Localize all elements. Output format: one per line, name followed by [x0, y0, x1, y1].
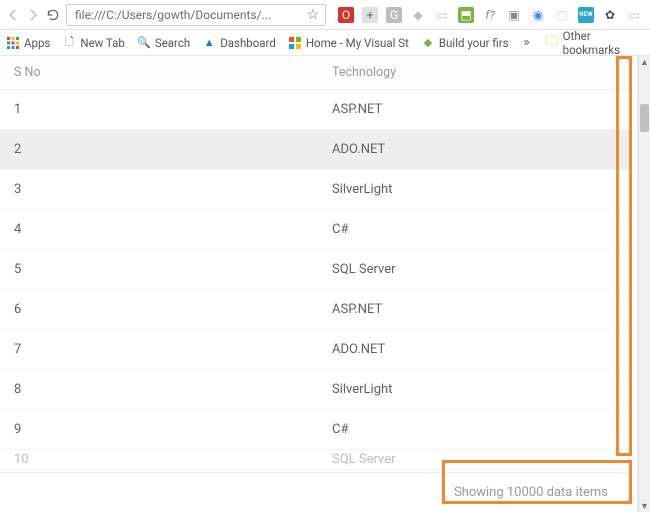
search-icon: 🔍: [137, 36, 151, 50]
cell-technology: C#: [320, 410, 630, 449]
build-app-icon: ◆: [421, 36, 435, 50]
table-row[interactable]: 6ASP.NET: [0, 290, 630, 330]
cell-technology: C#: [320, 210, 630, 249]
page-vertical-scrollbar[interactable]: ▲ ▼: [638, 56, 650, 512]
home-vs-icon: [288, 36, 302, 50]
apps-icon: [6, 36, 20, 50]
page-icon[interactable]: ▭: [434, 7, 450, 23]
forward-button[interactable]: [26, 7, 40, 23]
cell-technology: ASP.NET: [320, 290, 630, 329]
cell-sno: 5: [0, 250, 320, 289]
other-bookmarks-label: Other bookmarks: [563, 29, 644, 57]
url-text: file:///C:/Users/gowth/Documents/...: [75, 8, 285, 22]
bookmarks-bar: Apps 🗋 New Tab 🔍 Search ▲ Dashboard Home - My V…: [0, 30, 650, 56]
dashboard-icon: ▲: [202, 36, 216, 50]
bookmark-item-home-vs[interactable]: Home - My Visual St: [288, 36, 409, 50]
bookmark-label: Home - My Visual St: [306, 36, 409, 50]
cell-technology: ADO.NET: [320, 330, 630, 369]
column-header-technology[interactable]: Technology: [320, 56, 630, 89]
bookmark-label: Search: [155, 36, 190, 50]
table-row[interactable]: 4C#: [0, 210, 630, 250]
cell-technology: SQL Server: [320, 450, 630, 469]
plus-icon[interactable]: +: [362, 7, 378, 23]
data-grid: S No Technology 1ASP.NET2ADO.NET3SilverL…: [0, 56, 630, 512]
diamond-icon[interactable]: ◆: [410, 7, 426, 23]
cell-technology: ADO.NET: [320, 130, 630, 169]
grid-body: 1ASP.NET2ADO.NET3SilverLight4C#5SQL Serv…: [0, 90, 630, 472]
table-row[interactable]: 1ASP.NET: [0, 90, 630, 130]
cell-technology: SQL Server: [320, 250, 630, 289]
table-row[interactable]: 5SQL Server: [0, 250, 630, 290]
footer-status-text: Showing 10000 data items: [454, 485, 608, 500]
other-bookmarks-button[interactable]: 🗀 Other bookmarks: [546, 29, 644, 57]
grid-footer: Showing 10000 data items: [0, 472, 630, 512]
bookmark-item-search[interactable]: 🔍 Search: [137, 36, 190, 50]
cell-technology: SilverLight: [320, 370, 630, 409]
f-question-icon[interactable]: f?: [482, 7, 498, 23]
cell-sno: 10: [0, 450, 320, 469]
cell-sno: 8: [0, 370, 320, 409]
cell-sno: 9: [0, 410, 320, 449]
bookmark-item-apps[interactable]: Apps: [6, 36, 50, 50]
cell-sno: 1: [0, 90, 320, 129]
scroll-thumb[interactable]: [640, 104, 649, 132]
cell-sno: 7: [0, 330, 320, 369]
bookmark-star-icon[interactable]: ☆: [306, 7, 319, 23]
new-badge-icon[interactable]: NEW: [578, 7, 594, 23]
bookmark-item-build-app[interactable]: ◆ Build your first app v: [421, 36, 508, 50]
bookmark-label: Build your first app v: [439, 36, 508, 50]
g-square-icon[interactable]: G: [386, 7, 402, 23]
cell-sno: 4: [0, 210, 320, 249]
cell-technology: SilverLight: [320, 170, 630, 209]
column-header-sno[interactable]: S No: [0, 56, 320, 89]
gear-icon[interactable]: ✿: [602, 7, 618, 23]
cell-technology: ASP.NET: [320, 90, 630, 129]
table-row[interactable]: 7ADO.NET: [0, 330, 630, 370]
bookmark-label: New Tab: [80, 36, 125, 50]
card-icon[interactable]: ▭: [626, 7, 642, 23]
cell-sno: 3: [0, 170, 320, 209]
cell-sno: 2: [0, 130, 320, 169]
square-dot-icon[interactable]: ▣: [506, 7, 522, 23]
cell-sno: 6: [0, 290, 320, 329]
table-row[interactable]: 2ADO.NET: [0, 130, 630, 170]
grid-header-row: S No Technology: [0, 56, 630, 90]
back-button[interactable]: [6, 7, 20, 23]
folder-icon: 🗀: [546, 32, 559, 54]
browser-toolbar: file:///C:/Users/gowth/Documents/... ☆ O…: [0, 0, 650, 30]
bookmark-item-new-tab[interactable]: 🗋 New Tab: [62, 36, 125, 50]
bookmark-label: Apps: [24, 36, 50, 50]
scroll-up-arrow-icon[interactable]: ▲: [639, 56, 650, 68]
table-row[interactable]: 3SilverLight: [0, 170, 630, 210]
opera-icon[interactable]: O: [338, 7, 354, 23]
inner-scrollbar-gutter: [630, 56, 638, 512]
chrome-icon[interactable]: ◉: [530, 7, 546, 23]
bookmarks-overflow-button[interactable]: »: [518, 35, 536, 50]
blank-icon[interactable]: ▢: [554, 7, 570, 23]
address-bar[interactable]: file:///C:/Users/gowth/Documents/... ☆: [66, 4, 326, 26]
extension-icons: O + G ◆ ▭ ⬒ f? ▣ ◉ ▢ NEW ✿ ▭: [338, 7, 642, 23]
table-row[interactable]: 8SilverLight: [0, 370, 630, 410]
table-row[interactable]: 9C#: [0, 410, 630, 450]
reload-button[interactable]: [46, 7, 60, 23]
bookmark-item-dashboard[interactable]: ▲ Dashboard: [202, 36, 276, 50]
table-row[interactable]: 10SQL Server: [0, 450, 630, 470]
scroll-down-arrow-icon[interactable]: ▼: [639, 500, 650, 512]
one-icon[interactable]: ⬒: [458, 7, 474, 23]
new-tab-icon: 🗋: [62, 36, 76, 50]
bookmark-label: Dashboard: [220, 36, 276, 50]
